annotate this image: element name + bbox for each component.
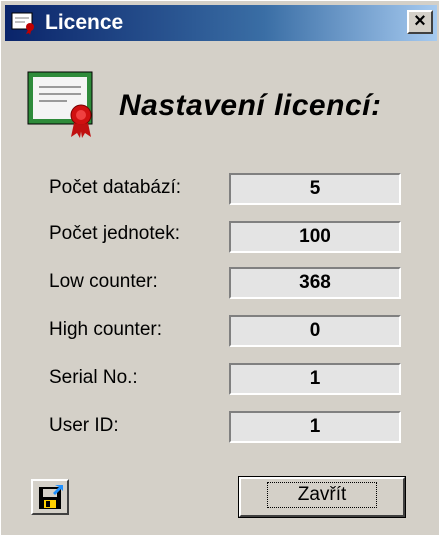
close-window-button[interactable]: ×	[407, 10, 433, 34]
label-pocet-databazi: Počet databází:	[49, 177, 182, 198]
title-bar[interactable]: Licence ×	[5, 5, 437, 41]
floppy-disk-icon	[39, 485, 63, 509]
label-serial-no: Serial No.:	[49, 367, 138, 388]
label-pocet-jednotek: Počet jednotek:	[49, 223, 180, 244]
licence-window: Licence × Nastavení licencí: Počet datab…	[0, 0, 440, 536]
window-title: Licence	[45, 11, 124, 34]
save-button[interactable]	[31, 479, 69, 515]
value-user-id: 1	[229, 411, 401, 443]
label-high-counter: High counter:	[49, 319, 163, 340]
value-pocet-databazi: 5	[229, 173, 401, 205]
value-serial-no: 1	[229, 363, 401, 395]
page-title: Nastavení licencí:	[119, 89, 382, 122]
certificate-icon	[27, 71, 93, 138]
value-low-counter: 368	[229, 267, 401, 299]
certificate-icon	[11, 12, 34, 35]
close-button[interactable]: Zavřít	[238, 476, 406, 518]
value-high-counter: 0	[229, 315, 401, 347]
close-button-label: Zavřít	[266, 482, 378, 508]
label-user-id: User ID:	[49, 415, 119, 436]
value-pocet-jednotek: 100	[229, 221, 401, 253]
label-low-counter: Low counter:	[49, 271, 158, 292]
